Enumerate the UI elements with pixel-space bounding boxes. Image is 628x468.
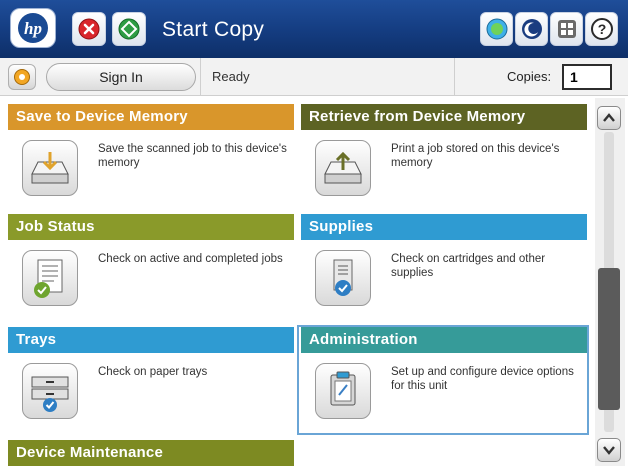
- status-divider: [200, 58, 201, 96]
- language-button[interactable]: [550, 12, 583, 46]
- tile-administration[interactable]: Administration Set up and configure devi…: [301, 327, 587, 433]
- status-divider: [454, 58, 455, 96]
- copies-label: Copies:: [507, 69, 552, 84]
- tile-description: Print a job stored on this device's memo…: [391, 143, 560, 169]
- tile-body: Check on cartridges and other supplies: [301, 240, 587, 320]
- tile-header: Administration: [301, 327, 587, 353]
- tile-job-status[interactable]: Job Status Check on active and completed…: [8, 214, 294, 320]
- hp-logo: hp: [10, 8, 56, 48]
- help-button[interactable]: ?: [585, 12, 618, 46]
- chevron-down-icon: [603, 446, 615, 455]
- tile-device-maintenance[interactable]: Device Maintenance: [8, 440, 294, 466]
- language-icon: [557, 20, 576, 38]
- tile-body: Set up and configure device options for …: [301, 353, 587, 433]
- page-title: Start Copy: [162, 18, 265, 41]
- stop-button[interactable]: [72, 12, 106, 46]
- status-text: Ready: [212, 69, 250, 84]
- job-status-icon: [22, 250, 78, 306]
- tile-description: Check on paper trays: [98, 366, 208, 378]
- tile-save-to-device-memory[interactable]: Save to Device Memory Save the scanned j…: [8, 104, 294, 210]
- administration-icon: [315, 363, 371, 419]
- scroll-thumb[interactable]: [598, 268, 620, 410]
- tile-header: Save to Device Memory: [8, 104, 294, 130]
- tile-description: Check on active and completed jobs: [98, 253, 283, 265]
- home-button[interactable]: [8, 64, 36, 90]
- tile-body: Save the scanned job to this device's me…: [8, 130, 294, 210]
- tile-description: Set up and configure device options for …: [391, 366, 574, 392]
- tile-header: Retrieve from Device Memory: [301, 104, 587, 130]
- tile-description: Check on cartridges and other supplies: [391, 253, 546, 279]
- tile-header: Trays: [8, 327, 294, 353]
- tile-body: Check on paper trays: [8, 353, 294, 433]
- tile-supplies[interactable]: Supplies Check on cartridges and other s…: [301, 214, 587, 320]
- save-to-memory-icon: [22, 140, 78, 196]
- tile-header: Job Status: [8, 214, 294, 240]
- home-icon: [14, 69, 30, 85]
- sleep-icon: [521, 19, 542, 39]
- supplies-icon: [315, 250, 371, 306]
- hp-logo-icon: hp: [18, 13, 48, 43]
- start-copy-button[interactable]: [112, 12, 146, 46]
- trays-icon: [22, 363, 78, 419]
- tile-description: Save the scanned job to this device's me…: [98, 143, 287, 169]
- status-bar: Sign In Ready Copies:: [0, 58, 628, 96]
- scroll-down-button[interactable]: [597, 438, 621, 462]
- network-icon: [486, 18, 507, 40]
- stop-icon: [78, 18, 100, 40]
- sign-in-button[interactable]: Sign In: [46, 63, 196, 91]
- svg-text:?: ?: [597, 21, 606, 37]
- retrieve-from-memory-icon: [315, 140, 371, 196]
- tile-header: Device Maintenance: [8, 440, 294, 466]
- tile-body: Check on active and completed jobs: [8, 240, 294, 320]
- svg-text:hp: hp: [24, 19, 42, 38]
- chevron-up-icon: [603, 113, 615, 122]
- tile-retrieve-from-device-memory[interactable]: Retrieve from Device Memory Print a job …: [301, 104, 587, 210]
- sleep-button[interactable]: [515, 12, 548, 46]
- top-right-buttons: ?: [480, 12, 618, 46]
- copies-input[interactable]: [562, 64, 612, 90]
- tile-header: Supplies: [301, 214, 587, 240]
- tile-body: Print a job stored on this device's memo…: [301, 130, 587, 210]
- tile-trays[interactable]: Trays Check on paper trays: [8, 327, 294, 433]
- scroll-up-button[interactable]: [597, 106, 621, 130]
- help-icon: ?: [590, 18, 613, 40]
- start-copy-icon: [118, 18, 140, 40]
- network-button[interactable]: [480, 12, 513, 46]
- top-bar: hp Start Copy ?: [0, 0, 628, 58]
